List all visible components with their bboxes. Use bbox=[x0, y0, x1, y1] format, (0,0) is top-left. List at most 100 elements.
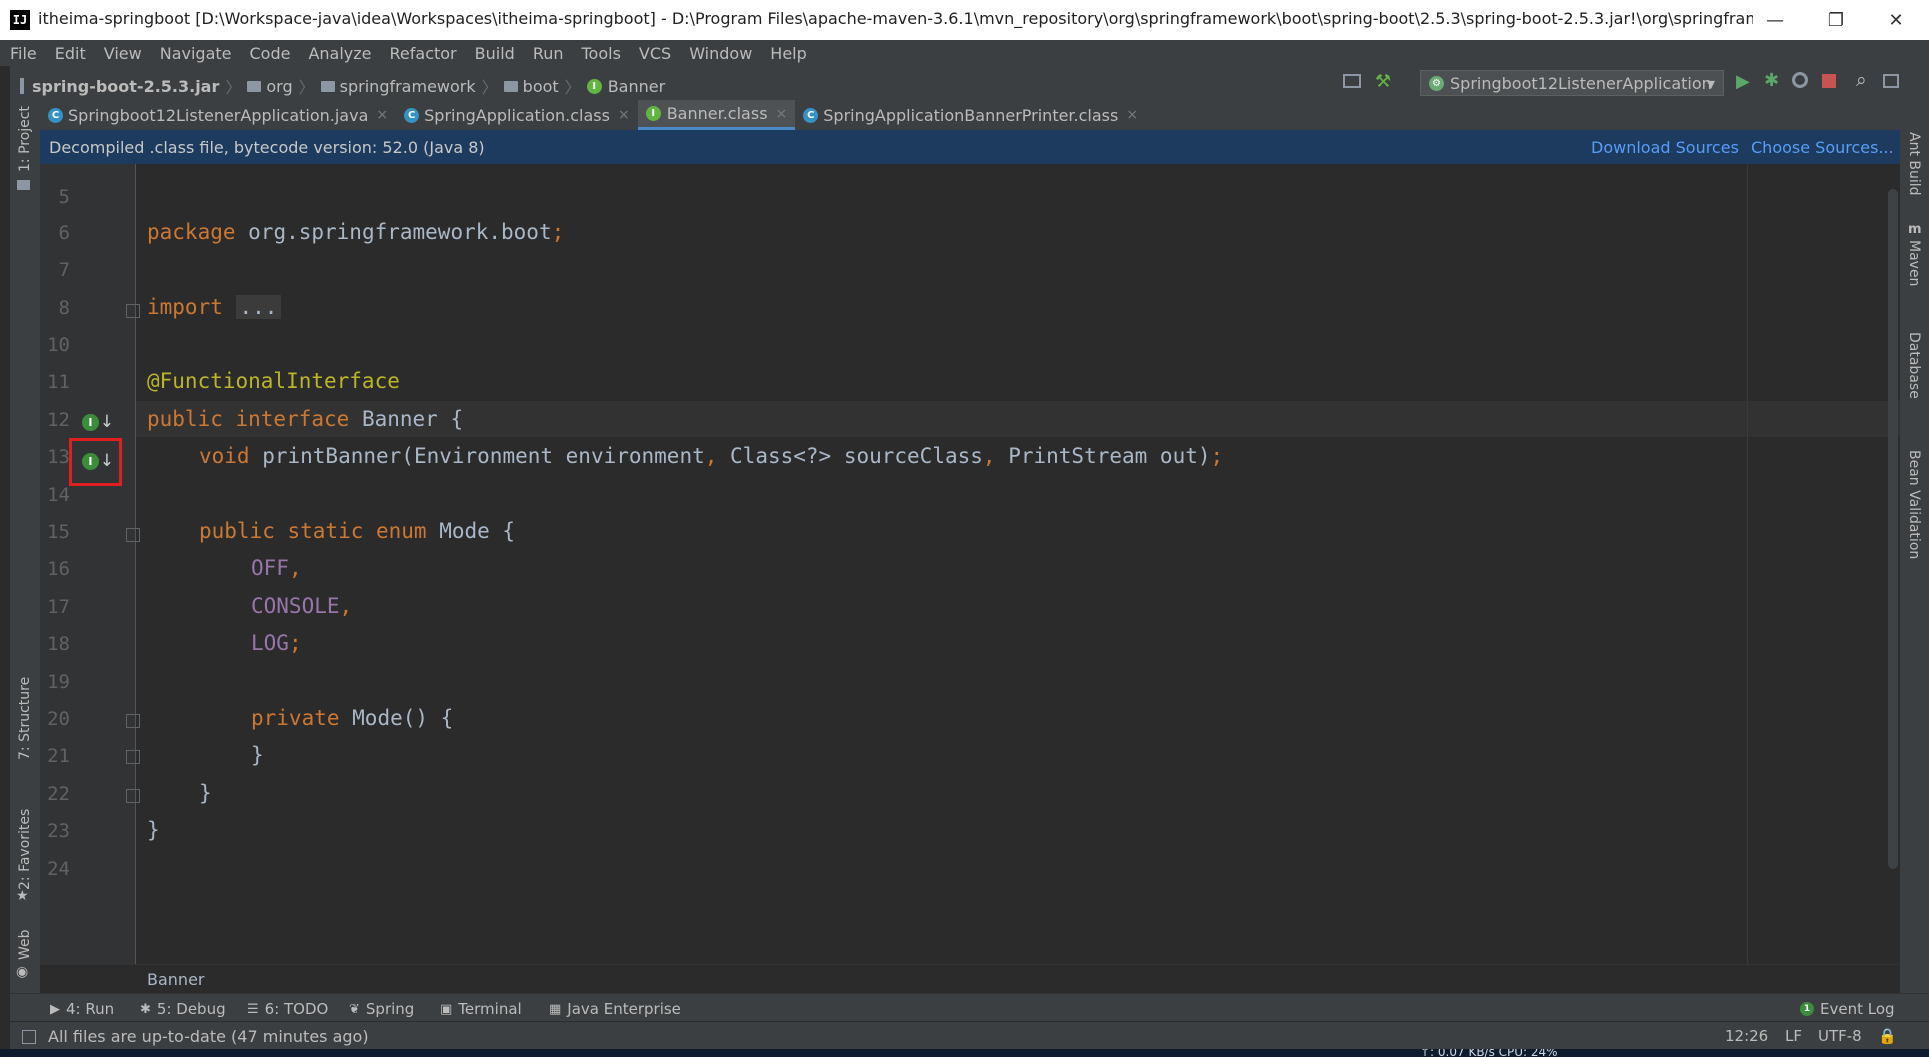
vertical-scrollbar[interactable] bbox=[1888, 189, 1898, 869]
close-tab-icon[interactable]: × bbox=[618, 107, 630, 123]
menu-run[interactable]: Run bbox=[531, 44, 566, 63]
file-encoding[interactable]: UTF-8 bbox=[1818, 1027, 1862, 1045]
fold-toggle[interactable] bbox=[126, 714, 140, 728]
editor-breadcrumb-bar: Banner bbox=[40, 964, 1900, 994]
intellij-app-icon: IJ bbox=[10, 10, 30, 30]
run-with-coverage-icon[interactable] bbox=[1792, 72, 1808, 88]
close-tab-icon[interactable]: × bbox=[1126, 107, 1138, 123]
line-number: 15 bbox=[47, 521, 70, 543]
build-hammer-icon[interactable]: ⚒ bbox=[1375, 71, 1391, 92]
tool-spring[interactable]: ❦ Spring bbox=[349, 1000, 414, 1018]
tab-springboot12listenerapplication[interactable]: C Springboot12ListenerApplication.java × bbox=[40, 100, 396, 130]
stop-icon[interactable] bbox=[1822, 74, 1836, 88]
restore-button[interactable]: ❐ bbox=[1813, 6, 1859, 34]
tool-terminal[interactable]: ▣ Terminal bbox=[440, 1000, 522, 1018]
class-icon: C bbox=[803, 107, 819, 123]
tool-ant-build[interactable]: Ant Build bbox=[1906, 132, 1922, 196]
code-line-17: CONSOLE, bbox=[251, 594, 353, 618]
editor-tabs: C Springboot12ListenerApplication.java ×… bbox=[40, 100, 1900, 130]
run-configuration-select[interactable]: ⚙ Springboot12ListenerApplication ▾ bbox=[1420, 70, 1724, 96]
tab-banner[interactable]: I Banner.class × bbox=[637, 100, 796, 130]
tab-springapplicationbannerprinter[interactable]: C SpringApplicationBannerPrinter.class × bbox=[795, 100, 1146, 130]
tool-event-log[interactable]: 1 Event Log bbox=[1800, 1000, 1895, 1018]
spring-icon: ❦ bbox=[349, 1001, 360, 1017]
breadcrumb-separator: 〉 bbox=[481, 78, 498, 97]
fold-toggle[interactable] bbox=[126, 304, 140, 318]
tool-structure[interactable]: 7: Structure bbox=[17, 677, 33, 760]
tool-web[interactable]: Web bbox=[17, 929, 33, 960]
line-number: 16 bbox=[47, 558, 70, 580]
menu-code[interactable]: Code bbox=[248, 44, 293, 63]
fold-toggle[interactable] bbox=[126, 750, 140, 764]
run-icon[interactable]: ▶ bbox=[1736, 71, 1750, 92]
folder-icon bbox=[503, 80, 518, 92]
menu-analyze[interactable]: Analyze bbox=[306, 44, 373, 63]
menu-navigate[interactable]: Navigate bbox=[158, 44, 234, 63]
menu-tools[interactable]: Tools bbox=[580, 44, 623, 63]
menu-window[interactable]: Window bbox=[687, 44, 754, 63]
line-number: 5 bbox=[58, 186, 70, 208]
tool-debug[interactable]: ✱ 5: Debug bbox=[140, 1000, 226, 1018]
menu-help[interactable]: Help bbox=[768, 44, 808, 63]
line-number: 8 bbox=[58, 297, 70, 319]
search-icon[interactable]: ⌕ bbox=[1856, 69, 1867, 91]
caret-position[interactable]: 12:26 bbox=[1725, 1027, 1768, 1045]
tool-favorites[interactable]: 2: Favorites bbox=[17, 809, 33, 890]
breadcrumb-jar[interactable]: spring-boot-2.5.3.jar bbox=[32, 77, 219, 96]
code-line-20: private Mode() { bbox=[251, 706, 454, 730]
window-title: itheima-springboot [D:\Workspace-java\id… bbox=[38, 9, 1753, 28]
right-tool-strip: Ant Build m Maven Database Bean Validati… bbox=[1900, 100, 1929, 993]
debug-icon[interactable]: ✱ bbox=[1764, 70, 1779, 91]
debug-icon: ✱ bbox=[140, 1001, 151, 1017]
folded-imports[interactable]: ... bbox=[235, 295, 282, 319]
project-window-icon[interactable] bbox=[1883, 74, 1899, 88]
breadcrumb-springframework[interactable]: springframework bbox=[340, 77, 476, 96]
tool-bean-validation[interactable]: Bean Validation bbox=[1906, 450, 1922, 559]
run-configuration-label: Springboot12ListenerApplication bbox=[1450, 73, 1712, 93]
tab-label: SpringApplication.class bbox=[424, 105, 610, 125]
minimize-button[interactable]: — bbox=[1752, 6, 1798, 34]
tab-label: SpringApplicationBannerPrinter.class bbox=[823, 105, 1119, 125]
menu-vcs[interactable]: VCS bbox=[637, 44, 673, 63]
jar-icon bbox=[20, 78, 24, 94]
code-line-11: @FunctionalInterface bbox=[147, 369, 400, 393]
line-separator[interactable]: LF bbox=[1785, 1027, 1802, 1045]
star-icon: ★ bbox=[16, 888, 29, 904]
menu-file[interactable]: File bbox=[8, 44, 39, 63]
implemented-marker[interactable]: I ↓ bbox=[82, 406, 114, 438]
editor-breadcrumb-item[interactable]: Banner bbox=[147, 970, 204, 989]
menu-build[interactable]: Build bbox=[473, 44, 517, 63]
breadcrumb-banner[interactable]: Banner bbox=[608, 77, 665, 96]
close-window-button[interactable]: ✕ bbox=[1873, 6, 1919, 34]
highlight-box bbox=[69, 438, 122, 486]
download-sources-link[interactable]: Download Sources bbox=[1591, 138, 1739, 157]
close-tab-icon[interactable]: × bbox=[376, 107, 388, 123]
toggle-tool-windows-icon[interactable] bbox=[22, 1030, 36, 1044]
line-number: 23 bbox=[47, 820, 70, 842]
breadcrumb-separator: 〉 bbox=[298, 78, 315, 97]
tool-database[interactable]: Database bbox=[1906, 332, 1922, 399]
menu-refactor[interactable]: Refactor bbox=[388, 44, 459, 63]
tab-springapplication[interactable]: C SpringApplication.class × bbox=[396, 100, 638, 130]
tool-maven[interactable]: Maven bbox=[1906, 240, 1922, 286]
tool-todo[interactable]: ☰ 6: TODO bbox=[247, 1000, 328, 1018]
choose-sources-link[interactable]: Choose Sources... bbox=[1751, 138, 1894, 157]
right-margin-guide bbox=[1747, 164, 1748, 964]
breadcrumb-org[interactable]: org bbox=[266, 77, 292, 96]
fold-toggle[interactable] bbox=[126, 789, 140, 803]
project-structure-icon[interactable] bbox=[1343, 74, 1361, 88]
breadcrumb-boot[interactable]: boot bbox=[523, 77, 559, 96]
tool-java-enterprise[interactable]: ▦ Java Enterprise bbox=[549, 1000, 681, 1018]
maven-icon: m bbox=[1908, 222, 1922, 237]
code-line-6: package org.springframework.boot; bbox=[147, 220, 565, 244]
lock-icon[interactable]: 🔒 bbox=[1878, 1027, 1897, 1045]
menu-edit[interactable]: Edit bbox=[53, 44, 88, 63]
close-tab-icon[interactable]: × bbox=[776, 106, 788, 122]
tool-run[interactable]: ▶ 4: Run bbox=[50, 1000, 114, 1018]
menu-view[interactable]: View bbox=[102, 44, 144, 63]
tool-project[interactable]: 1: Project bbox=[17, 106, 33, 172]
code-editor[interactable]: 5 6 7 8 10 11 12 13 14 15 16 17 18 19 20… bbox=[40, 164, 1900, 964]
fold-toggle[interactable] bbox=[126, 528, 140, 542]
line-number: 7 bbox=[58, 259, 70, 281]
class-icon: C bbox=[404, 107, 420, 123]
